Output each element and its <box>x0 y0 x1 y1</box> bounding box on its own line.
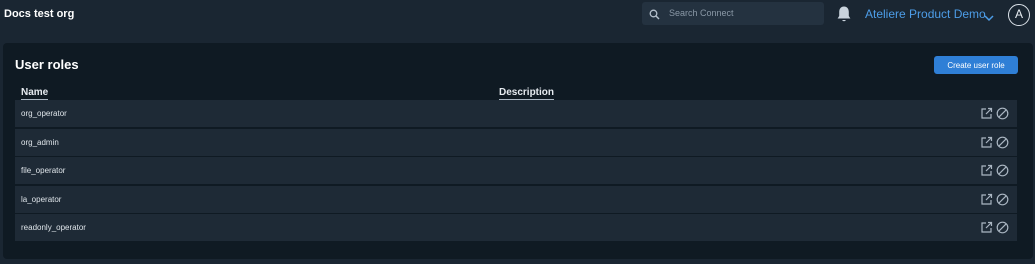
disable-icon[interactable] <box>996 221 1009 239</box>
role-name-cell: readonly_operator <box>21 223 86 232</box>
role-name-cell: org_operator <box>21 109 67 118</box>
top-bar: Docs test org Search Connect Ateliere Pr… <box>0 0 1035 30</box>
avatar[interactable]: A <box>1008 4 1030 26</box>
edit-icon[interactable] <box>980 221 993 239</box>
table-row[interactable]: la_operator <box>15 186 1017 213</box>
page-title: User roles <box>15 57 79 72</box>
edit-icon[interactable] <box>980 136 993 154</box>
edit-icon[interactable] <box>980 193 993 211</box>
table-row[interactable]: org_operator <box>15 100 1017 127</box>
table-row[interactable]: org_admin <box>15 129 1017 156</box>
bell-icon[interactable] <box>836 5 852 28</box>
edit-icon[interactable] <box>980 164 993 182</box>
table-row[interactable]: file_operator <box>15 157 1017 184</box>
search-input[interactable]: Search Connect <box>642 2 824 25</box>
product-selector[interactable]: Ateliere Product Demo <box>865 7 986 21</box>
search-placeholder: Search Connect <box>669 8 734 18</box>
user-roles-panel: User roles Create user role Name Descrip… <box>3 43 1033 259</box>
column-header-name[interactable]: Name <box>21 87 49 100</box>
create-user-role-button[interactable]: Create user role <box>934 56 1018 74</box>
edit-icon[interactable] <box>980 107 993 125</box>
org-name: Docs test org <box>4 8 75 20</box>
disable-icon[interactable] <box>996 136 1009 154</box>
column-header-description[interactable]: Description <box>499 87 555 100</box>
disable-icon[interactable] <box>996 107 1009 125</box>
role-name-cell: la_operator <box>21 195 62 204</box>
role-name-cell: file_operator <box>21 166 66 175</box>
disable-icon[interactable] <box>996 164 1009 182</box>
search-icon <box>649 7 660 25</box>
role-name-cell: org_admin <box>21 138 59 147</box>
table-row[interactable]: readonly_operator <box>15 214 1017 241</box>
disable-icon[interactable] <box>996 193 1009 211</box>
chevron-down-icon[interactable] <box>984 9 994 27</box>
